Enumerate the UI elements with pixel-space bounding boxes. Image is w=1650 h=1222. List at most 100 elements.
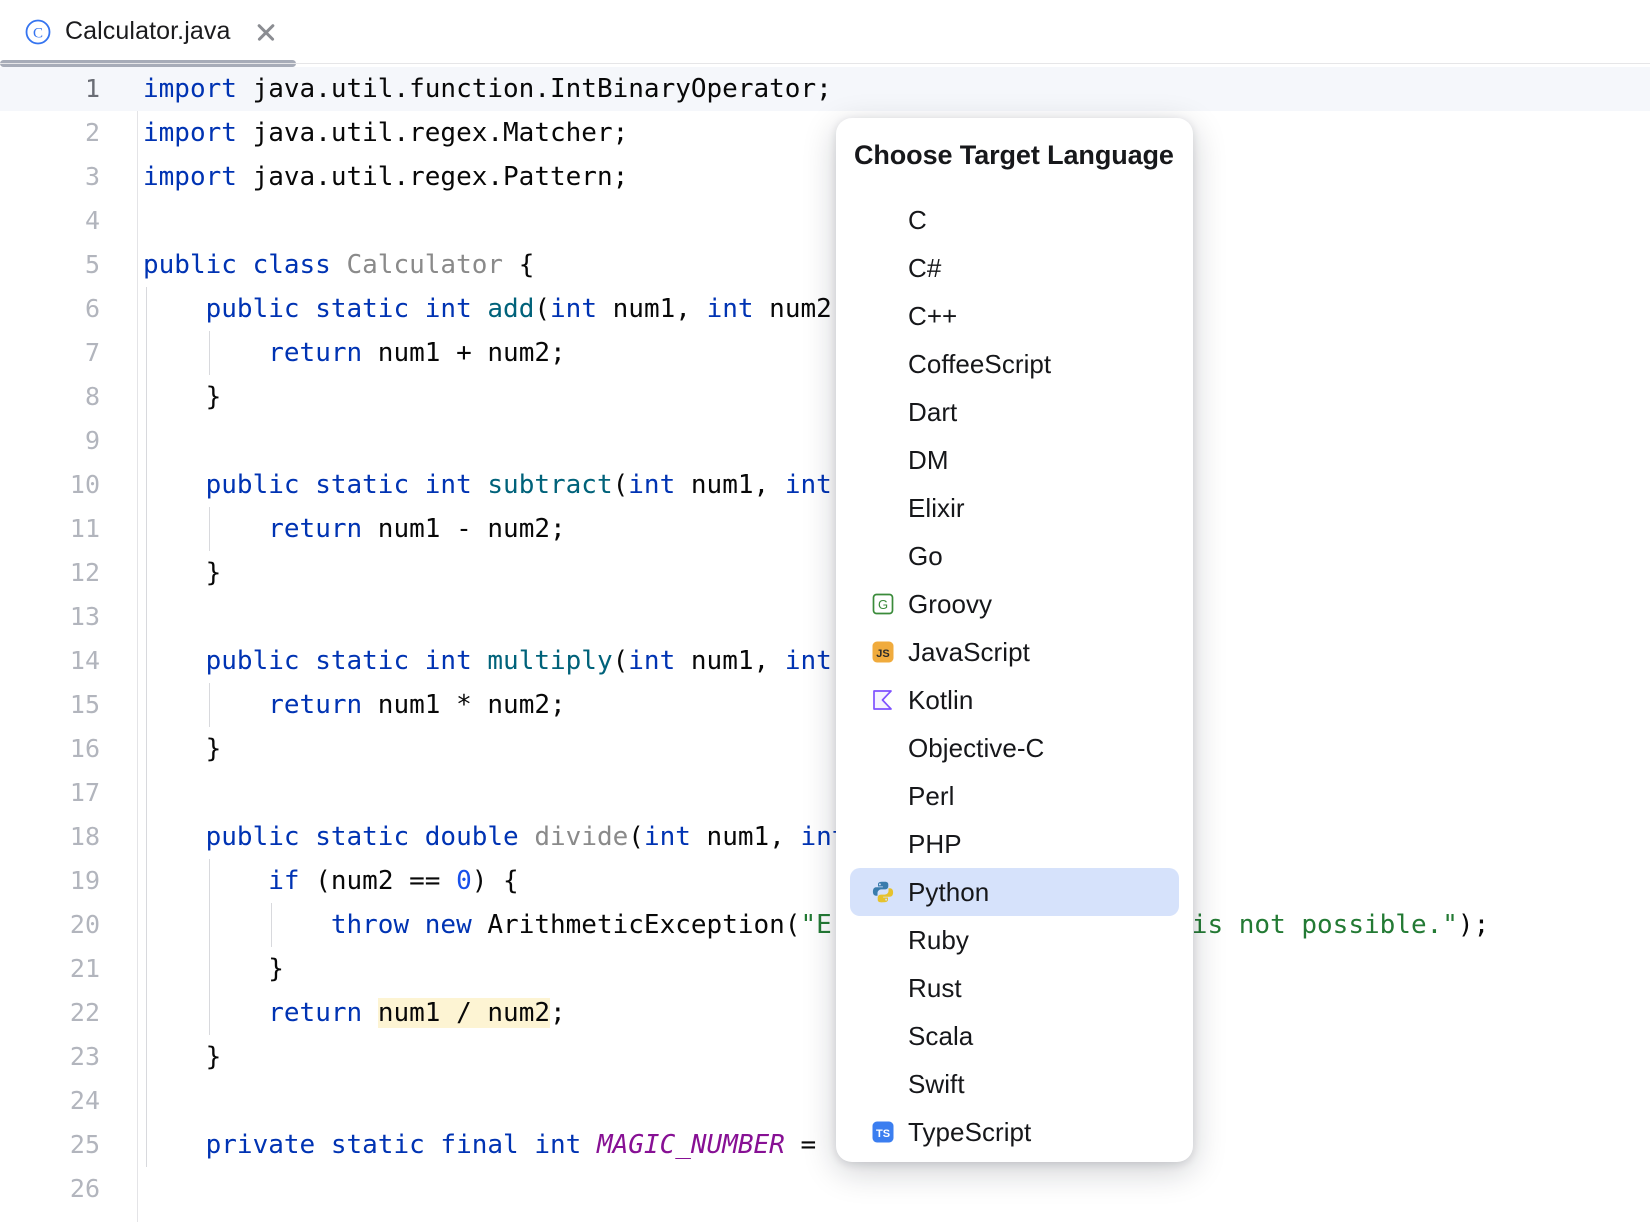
language-item-php[interactable]: PHP (850, 820, 1179, 868)
code-line[interactable]: 19 if (num2 == 0) { (0, 859, 1650, 903)
popup-title: Choose Target Language (854, 140, 1174, 170)
language-item-coffeescript[interactable]: CoffeeScript (850, 340, 1179, 388)
code-line[interactable]: 1 import java.util.function.IntBinaryOper… (0, 67, 1650, 111)
code-line[interactable]: 17 (0, 771, 1650, 815)
code-lines: 1 import java.util.function.IntBinaryOper… (0, 67, 1650, 1211)
code-text: } (143, 734, 222, 764)
code-text: return num1 - num2; (268, 514, 566, 544)
line-number: 11 (69, 514, 100, 543)
line-number: 16 (69, 734, 100, 763)
language-item-dart[interactable]: Dart (850, 388, 1179, 436)
code-line[interactable]: 3 import java.util.regex.Pattern; (0, 155, 1650, 199)
svg-text:G: G (878, 597, 888, 612)
language-item-label: Rust (908, 972, 962, 1003)
language-item-javascript[interactable]: JS JavaScript (850, 628, 1179, 676)
code-line[interactable]: 15 return num1 * num2; (0, 683, 1650, 727)
line-number: 12 (69, 558, 100, 587)
language-item-label: C# (908, 252, 942, 283)
kotlin-icon (870, 687, 896, 713)
code-text: import java.util.regex.Matcher; (143, 118, 629, 148)
language-item-label: Ruby (908, 924, 969, 955)
language-item-c-[interactable]: C++ (850, 292, 1179, 340)
language-item-kotlin[interactable]: Kotlin (850, 676, 1179, 724)
code-line[interactable]: 25 private static final int MAGIC_NUMBER… (0, 1123, 1650, 1167)
code-line[interactable]: 20 throw new ArithmeticException("Error:… (0, 903, 1650, 947)
language-item-label: JavaScript (908, 636, 1030, 667)
line-number: 3 (84, 162, 100, 191)
language-item-c[interactable]: C (850, 196, 1179, 244)
language-item-elixir[interactable]: Elixir (850, 484, 1179, 532)
code-line[interactable]: 8 } (0, 375, 1650, 419)
code-line[interactable]: 14 public static int multiply(int num1, … (0, 639, 1650, 683)
code-text: return num1 / num2; (268, 998, 566, 1028)
editor-tab-calculator-java[interactable]: C Calculator.java (0, 0, 302, 63)
language-item-label: Objective-C (908, 732, 1045, 763)
language-item-scala[interactable]: Scala (850, 1012, 1179, 1060)
java-class-file-icon: C (24, 18, 52, 46)
code-line[interactable]: 24 (0, 1079, 1650, 1123)
language-item-rust[interactable]: Rust (850, 964, 1179, 1012)
svg-text:TS: TS (876, 1128, 890, 1140)
line-number: 21 (69, 954, 100, 983)
language-item-label: Elixir (908, 492, 965, 523)
code-line[interactable]: 4 (0, 199, 1650, 243)
python-icon (870, 879, 896, 905)
code-text: } (143, 954, 284, 984)
choose-target-language-popup[interactable]: Choose Target Language C C# C++ CoffeeScrip… (836, 118, 1193, 1162)
language-item-swift[interactable]: Swift (850, 1060, 1179, 1108)
language-item-c-[interactable]: C# (850, 244, 1179, 292)
code-line[interactable]: 12 } (0, 551, 1650, 595)
language-item-typescript[interactable]: TS TypeScript (850, 1108, 1179, 1156)
code-line[interactable]: 18 public static double divide(int num1,… (0, 815, 1650, 859)
code-line[interactable]: 6 public static int add(int num1, int nu… (0, 287, 1650, 331)
line-number: 6 (84, 294, 100, 323)
code-text: import java.util.regex.Pattern; (143, 162, 629, 192)
code-line[interactable]: 26 (0, 1167, 1650, 1211)
line-number: 26 (69, 1174, 100, 1203)
code-editor[interactable]: 1 import java.util.function.IntBinaryOper… (0, 67, 1650, 1222)
code-line[interactable]: 13 (0, 595, 1650, 639)
code-text: public static int add(int num1, int num2… (205, 294, 879, 324)
line-number: 19 (69, 866, 100, 895)
line-number: 25 (69, 1130, 100, 1159)
language-item-go[interactable]: Go (850, 532, 1179, 580)
code-text: public class Calculator { (143, 250, 535, 280)
code-line[interactable]: 11 return num1 - num2; (0, 507, 1650, 551)
code-line[interactable]: 9 (0, 419, 1650, 463)
line-number: 9 (84, 426, 100, 455)
tab-title: Calculator.java (65, 17, 231, 45)
language-item-objective-c[interactable]: Objective-C (850, 724, 1179, 772)
code-line[interactable]: 23 } (0, 1035, 1650, 1079)
line-number: 10 (69, 470, 100, 499)
language-item-label: Kotlin (908, 684, 974, 715)
svg-text:JS: JS (876, 648, 889, 660)
editor-tab-bar: C Calculator.java (0, 0, 1650, 67)
code-line[interactable]: 2 import java.util.regex.Matcher; (0, 111, 1650, 155)
line-number: 17 (69, 778, 100, 807)
code-line[interactable]: 5 public class Calculator { (0, 243, 1650, 287)
line-number: 4 (84, 206, 100, 235)
code-text: } (143, 382, 222, 412)
code-text: return num1 * num2; (268, 690, 566, 720)
code-text: throw new ArithmeticException("Error: Di… (330, 910, 1490, 940)
language-item-ruby[interactable]: Ruby (850, 916, 1179, 964)
code-line[interactable]: 7 return num1 + num2; (0, 331, 1650, 375)
code-text: return num1 + num2; (268, 338, 566, 368)
javascript-icon: JS (870, 639, 896, 665)
line-number: 7 (84, 338, 100, 367)
language-item-label: Scala (908, 1020, 974, 1051)
language-item-perl[interactable]: Perl (850, 772, 1179, 820)
line-number: 24 (69, 1086, 100, 1115)
ide-window: C Calculator.java 1 import java.util.func… (0, 0, 1650, 1222)
code-line[interactable]: 21 } (0, 947, 1650, 991)
language-item-groovy[interactable]: G Groovy (850, 580, 1179, 628)
code-line[interactable]: 22 return num1 / num2; (0, 991, 1650, 1035)
indent-guide (146, 771, 147, 815)
language-item-python[interactable]: Python (850, 868, 1179, 916)
code-line[interactable]: 10 public static int subtract(int num1, … (0, 463, 1650, 507)
groovy-icon: G (870, 591, 896, 617)
language-item-dm[interactable]: DM (850, 436, 1179, 484)
close-icon[interactable] (253, 19, 279, 45)
line-number: 22 (69, 998, 100, 1027)
code-line[interactable]: 16 } (0, 727, 1650, 771)
